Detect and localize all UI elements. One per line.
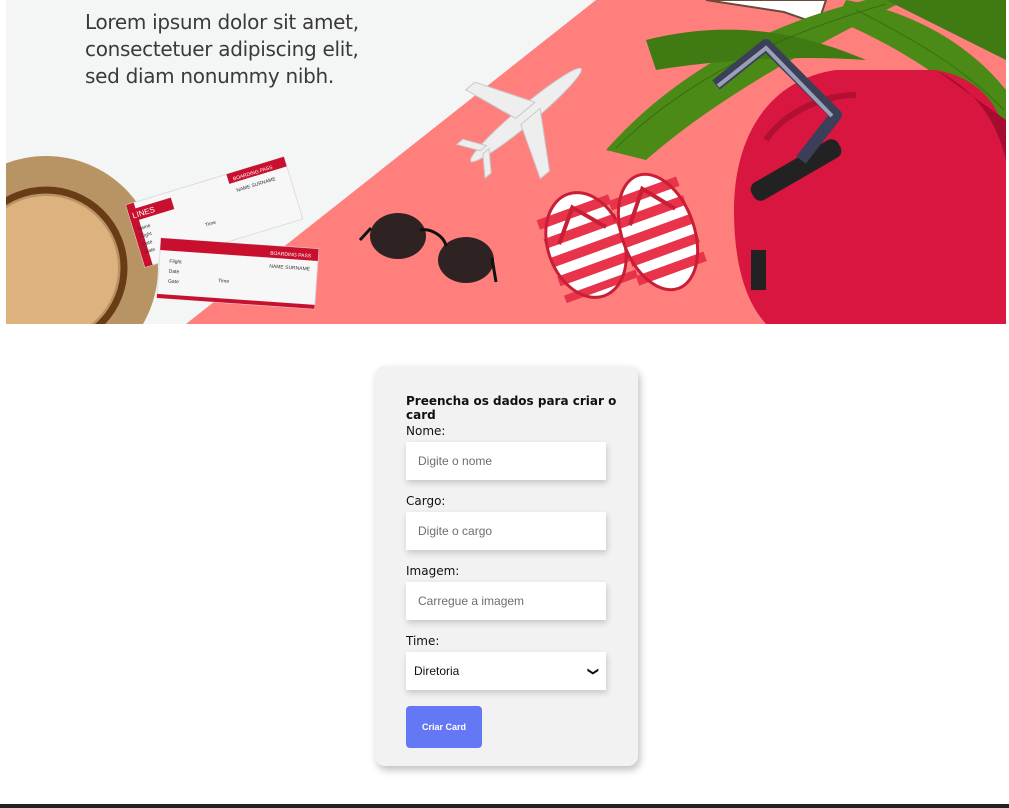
nome-input[interactable] (406, 442, 606, 480)
ticket-bottom-row-flight: Flight (169, 259, 182, 266)
chevron-down-icon: ❯ (586, 666, 599, 676)
bottom-divider (0, 804, 1009, 808)
time-label: Time: (406, 634, 440, 648)
hero-tagline: Lorem ipsum dolor sit amet, consectetuer… (85, 9, 359, 90)
criar-card-button[interactable]: Criar Card (406, 706, 482, 748)
form-title: Preencha os dados para criar o card (406, 394, 617, 422)
hero-banner: BOARDING PASS LINES NAME SURNAME Name Fl… (6, 0, 1006, 324)
ticket-bottom-row-gate: Gate (168, 279, 179, 286)
cargo-label: Cargo: (406, 494, 446, 508)
create-card-form: Preencha os dados para criar o card Nome… (375, 366, 638, 766)
imagem-label: Imagem: (406, 564, 460, 578)
nome-label: Nome: (406, 424, 446, 438)
tagline-line-1: Lorem ipsum dolor sit amet, (85, 10, 359, 34)
tagline-line-2: consectetuer adipiscing elit, (85, 37, 359, 61)
ticket-bottom-row-date: Date (168, 269, 179, 276)
time-select-value: Diretoria (414, 664, 460, 678)
tagline-line-3: sed diam nonummy nibh. (85, 64, 334, 88)
ticket-bottom-time: Time (218, 278, 230, 285)
imagem-input[interactable] (406, 582, 606, 620)
time-select[interactable]: Diretoria ❯ (406, 652, 606, 690)
cargo-input[interactable] (406, 512, 606, 550)
